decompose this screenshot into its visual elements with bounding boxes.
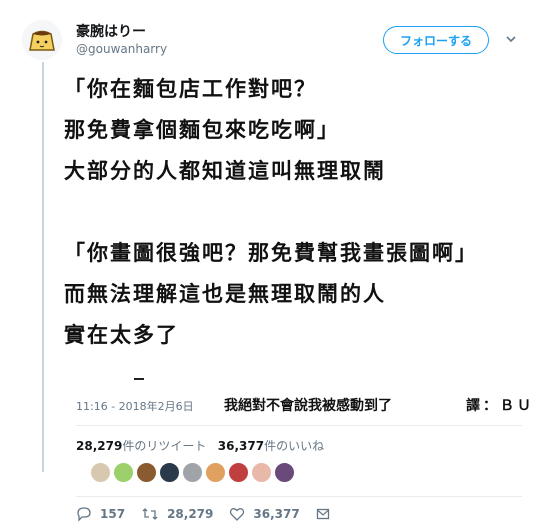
liker-avatar[interactable] xyxy=(251,462,272,483)
thread-line xyxy=(42,62,44,472)
reply-count: 157 xyxy=(100,507,126,521)
tweet-text: 「你在麵包店工作對吧？ 那免費拿個麵包來吃吃啊」 大部分的人都知道這叫無理取鬧 … xyxy=(64,76,544,363)
tweet-actions: 157 28,279 36,377 xyxy=(76,506,354,522)
retweet-count: 28,279 xyxy=(167,507,214,521)
liker-avatars xyxy=(90,462,295,483)
divider xyxy=(76,496,522,497)
timestamp[interactable]: 11:16 - 2018年2月6日 xyxy=(76,398,194,414)
translator-credit: 譯：ＢＵ xyxy=(466,398,534,414)
tweet-line: 大部分的人都知道這叫無理取鬧 xyxy=(64,159,386,183)
liker-avatar[interactable] xyxy=(205,462,226,483)
heart-icon xyxy=(230,508,245,521)
tweet-line: 而無法理解這也是無理取鬧的人 xyxy=(64,282,386,306)
like-count: 36,377 xyxy=(253,507,300,521)
reply-button[interactable]: 157 xyxy=(76,506,125,522)
like-total-label: 件のいいね xyxy=(264,439,325,453)
retweet-total[interactable]: 28,279 xyxy=(76,439,122,453)
liker-avatar[interactable] xyxy=(113,462,134,483)
overlay-dash xyxy=(134,378,144,380)
reply-icon xyxy=(77,507,91,522)
overlay-caption: 我絕對不會說我被感動到了 xyxy=(224,398,392,414)
retweet-button[interactable]: 28,279 xyxy=(141,506,213,522)
tweet-line: 那免費拿個麵包來吃吃啊」 xyxy=(64,118,340,142)
liker-avatar[interactable] xyxy=(159,462,180,483)
tweet-line: 「你畫圖很強吧？那免費幫我畫張圖啊」 xyxy=(64,241,478,265)
chevron-down-icon[interactable] xyxy=(503,31,519,47)
like-total[interactable]: 36,377 xyxy=(218,439,264,453)
follow-button[interactable]: フォローする xyxy=(383,26,489,54)
retweet-total-label: 件のリツイート xyxy=(122,439,207,453)
tweet-line: 實在太多了 xyxy=(64,323,179,347)
liker-avatar[interactable] xyxy=(182,462,203,483)
envelope-icon xyxy=(316,508,329,520)
divider xyxy=(76,425,522,426)
message-button[interactable] xyxy=(316,507,338,521)
liker-avatar[interactable] xyxy=(228,462,249,483)
liker-avatar[interactable] xyxy=(274,462,295,483)
engagement-stats: 28,279件のリツイート 36,377件のいいね xyxy=(76,437,324,454)
retweet-icon xyxy=(142,508,158,520)
tweet-line: 「你在麵包店工作對吧？ xyxy=(64,77,317,101)
pudding-avatar-icon[interactable] xyxy=(22,20,62,60)
author-display-name[interactable]: 豪腕はりー xyxy=(76,21,146,41)
like-button[interactable]: 36,377 xyxy=(229,506,300,522)
liker-avatar[interactable] xyxy=(90,462,111,483)
liker-avatar[interactable] xyxy=(136,462,157,483)
author-handle[interactable]: @gouwanharry xyxy=(76,42,167,56)
